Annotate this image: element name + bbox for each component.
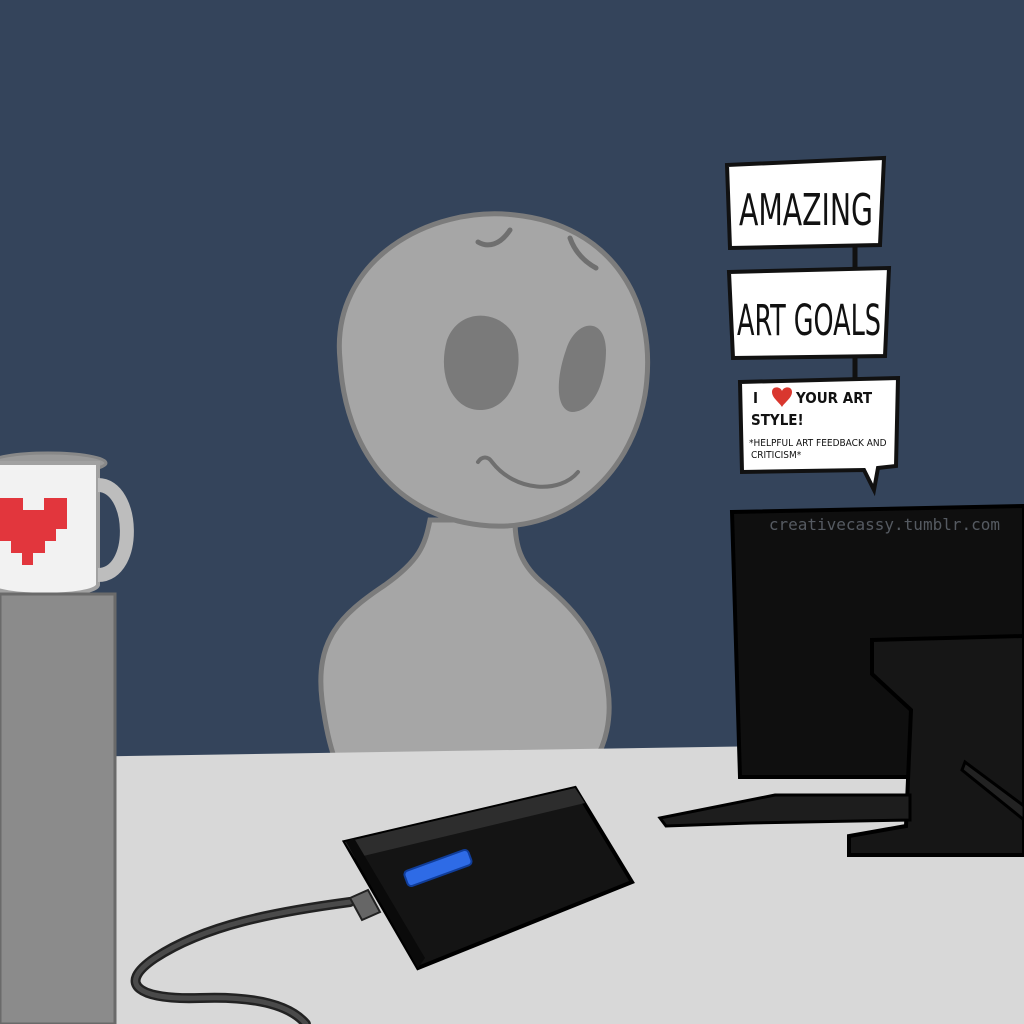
speech-bubbles: AMAZING ART GOALS I YOUR ART STYLE! *HEL…: [724, 155, 901, 497]
bubble-2-text: ART GOALS: [737, 296, 881, 346]
illustration: AMAZING ART GOALS I YOUR ART STYLE! *HEL…: [0, 0, 1024, 1024]
comic-panel: AMAZING ART GOALS I YOUR ART STYLE! *HEL…: [0, 0, 1024, 1024]
bubble-1-text: AMAZING: [739, 185, 873, 236]
watermark: creativecassy.tumblr.com: [769, 515, 1000, 534]
bubble-3-small-line-2: CRITICISM*: [751, 450, 802, 461]
bubble-3-small-line-1: *HELPFUL ART FEEDBACK AND: [749, 438, 887, 449]
bubble-3-line-2: STYLE!: [751, 411, 804, 429]
bubble-3-line-1: YOUR ART: [795, 389, 873, 407]
left-partition: [0, 592, 117, 1024]
bubble-3-line-1-prefix: I: [753, 389, 758, 407]
